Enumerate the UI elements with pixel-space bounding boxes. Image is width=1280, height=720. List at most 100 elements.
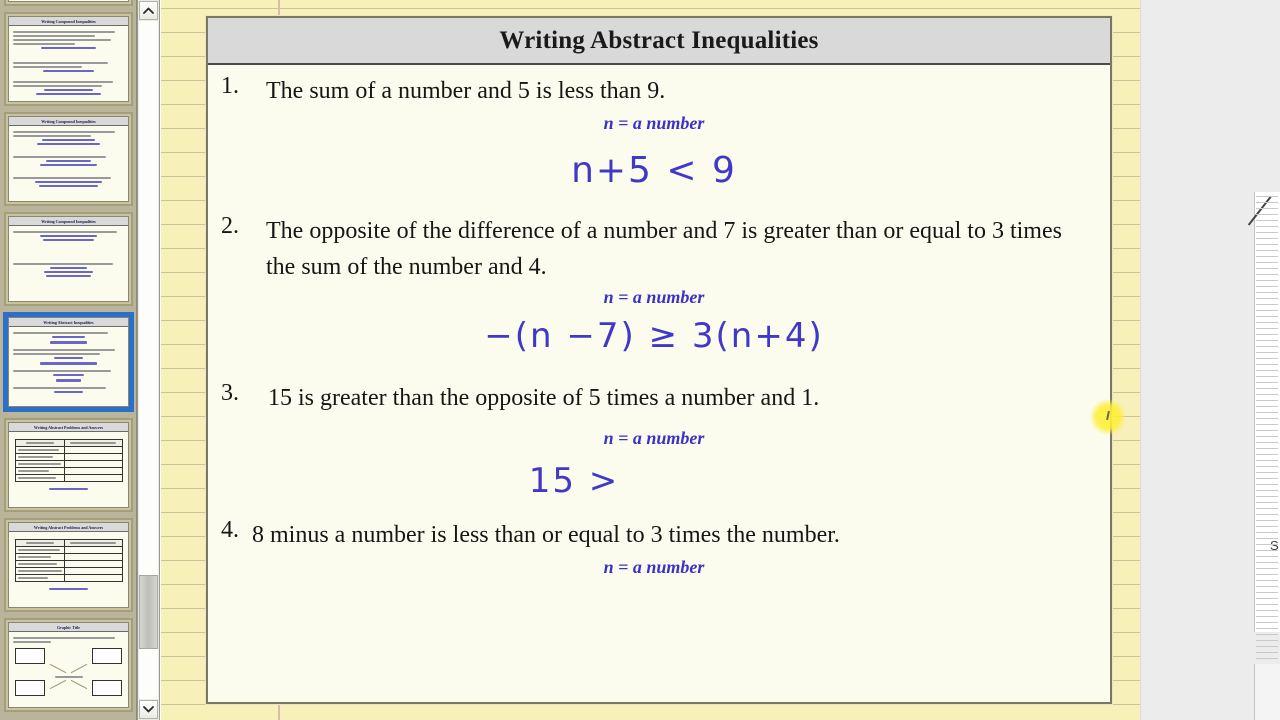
- application-window: Writing Compound Inequalities Writing Co…: [0, 0, 1280, 720]
- edge-rule-line: [1256, 256, 1278, 257]
- handwritten-answer: −(n −7) ≥ 3(n+4): [484, 316, 824, 356]
- edge-rule-line: [1256, 562, 1278, 563]
- edge-rule-line: [1256, 448, 1278, 449]
- slide-thumbnail-content: [9, 327, 128, 398]
- edge-rule-line: [1256, 502, 1278, 503]
- edge-rule-line: [1256, 628, 1278, 629]
- edge-rule-line: [1256, 394, 1278, 395]
- edge-rule-line: [1256, 406, 1278, 407]
- scrollbar-thumb[interactable]: [139, 575, 158, 649]
- edge-rule-line: [1256, 328, 1278, 329]
- slide-thumbnail-0[interactable]: [4, 0, 133, 6]
- slide-thumbnail-content: [9, 226, 128, 282]
- edge-rule-line: [1256, 556, 1278, 557]
- edge-rule-line: [1256, 436, 1278, 437]
- slide-thumbnail-panel[interactable]: Writing Compound Inequalities Writing Co…: [0, 0, 137, 720]
- edge-rule-line: [1256, 412, 1278, 413]
- edge-rule-line: [1256, 508, 1278, 509]
- scroll-down-button[interactable]: [139, 700, 158, 719]
- edge-rule-line: [1256, 232, 1278, 233]
- problem-2: 2. The opposite of the difference of a n…: [214, 213, 1094, 356]
- problem-1: 1. The sum of a number and 5 is less tha…: [214, 73, 1094, 191]
- edge-rule-line: [1256, 496, 1278, 497]
- problem-number: 4.: [221, 517, 239, 543]
- edge-rule-line: [1256, 388, 1278, 389]
- edge-rule-line: [1256, 592, 1278, 593]
- slide-body[interactable]: 1. The sum of a number and 5 is less tha…: [208, 65, 1110, 700]
- slide-thumbnail-7[interactable]: Graphic Title: [4, 618, 133, 712]
- edge-rule-line: [1256, 358, 1278, 359]
- slide-thumbnail-title: Writing Compound Inequalities: [9, 117, 128, 126]
- edge-rule-line: [1256, 364, 1278, 365]
- edge-rule-line: [1256, 340, 1278, 341]
- edge-rule-line: [1256, 424, 1278, 425]
- edge-rule-line: [1256, 646, 1278, 647]
- edge-rule-line: [1256, 550, 1278, 551]
- diagram-box: [92, 680, 122, 696]
- variable-definition: n = a number: [603, 428, 705, 448]
- edge-rule-line: [1256, 430, 1278, 431]
- problem-number: 3.: [221, 380, 239, 406]
- problem-3: 3. 15 is greater than the opposite of 5 …: [214, 380, 1094, 501]
- edge-rule-line: [1256, 514, 1278, 515]
- slide-thumbnail-content: [9, 432, 128, 495]
- edge-rule-line: [1256, 604, 1278, 605]
- edge-rule-line: [1256, 214, 1278, 215]
- edge-rule-line: [1256, 466, 1278, 467]
- slide-thumbnail-6[interactable]: Writing Abstract Problems and Answers: [4, 518, 133, 612]
- current-slide[interactable]: Writing Abstract Inequalities 1. The sum…: [206, 16, 1112, 704]
- edge-rule-line: [1256, 484, 1278, 485]
- slide-thumbnail-content: [9, 532, 128, 595]
- edge-rule-line: [1256, 202, 1278, 203]
- edge-rule-line: [1256, 298, 1278, 299]
- paper-rule-line: [161, 8, 1140, 9]
- chevron-down-icon: [143, 706, 154, 713]
- edge-rule-line: [1256, 322, 1278, 323]
- chevron-up-icon: [143, 7, 154, 14]
- edge-rule-line: [1256, 442, 1278, 443]
- slide-thumbnail-2[interactable]: Writing Compound Inequalities: [4, 112, 133, 206]
- slide-thumbnail-title: Writing Abstract Problems and Answers: [9, 523, 128, 532]
- edge-rule-line: [1256, 346, 1278, 347]
- edge-rule-line: [1256, 220, 1278, 221]
- slide-stage: Writing Abstract Inequalities 1. The sum…: [161, 0, 1140, 720]
- edge-rule-line: [1256, 316, 1278, 317]
- thumbnail-scrollbar[interactable]: [137, 0, 160, 720]
- slide-thumbnail-5[interactable]: Writing Abstract Problems and Answers: [4, 418, 133, 512]
- edge-rule-line: [1256, 304, 1278, 305]
- problem-text: The sum of a number and 5 is less than 9…: [266, 78, 666, 104]
- slide-thumbnail-content: [9, 632, 128, 706]
- thumbnail-table: [14, 539, 123, 582]
- edge-rule-line: [1256, 478, 1278, 479]
- slide-thumbnail-title: Writing Compound Inequalities: [9, 217, 128, 226]
- edge-rule-line: [1256, 268, 1278, 269]
- slide-thumbnail-1[interactable]: Writing Compound Inequalities: [4, 12, 133, 106]
- thumbnail-table: [14, 439, 123, 482]
- edge-rule-line: [1256, 574, 1278, 575]
- slide-thumbnail-title: Writing Abstract Inequalities: [9, 318, 128, 327]
- diagram-box: [15, 648, 45, 664]
- slide-thumbnail-3[interactable]: Writing Compound Inequalities: [4, 212, 133, 306]
- slide-thumbnail-content: [9, 26, 128, 100]
- problem-text: The opposite of the difference of a numb…: [266, 218, 1062, 280]
- slide-thumbnail-4-selected[interactable]: Writing Abstract Inequalities: [3, 312, 134, 412]
- edge-rule-line: [1256, 634, 1278, 635]
- edge-rule-line: [1256, 250, 1278, 251]
- edge-rule-line: [1256, 598, 1278, 599]
- diagram-box: [92, 648, 122, 664]
- slide-thumbnail-title: Writing Abstract Problems and Answers: [9, 423, 128, 432]
- edge-rule-line: [1256, 640, 1278, 641]
- handwritten-answer: 15 >: [528, 461, 620, 501]
- edge-rule-line: [1256, 544, 1278, 545]
- diagram-box: [15, 680, 45, 696]
- edge-rule-line: [1256, 454, 1278, 455]
- problem-text: 8 minus a number is less than or equal t…: [252, 522, 840, 548]
- edge-rule-line: [1256, 310, 1278, 311]
- problem-text: 15 is greater than the opposite of 5 tim…: [268, 385, 820, 411]
- edge-rule-line: [1256, 490, 1278, 491]
- right-side-pane: S: [1140, 0, 1280, 720]
- edge-rule-line: [1256, 532, 1278, 533]
- edge-rule-line: [1256, 244, 1278, 245]
- slide-thumbnail-title: Graphic Title: [9, 623, 128, 632]
- scroll-up-button[interactable]: [139, 1, 158, 20]
